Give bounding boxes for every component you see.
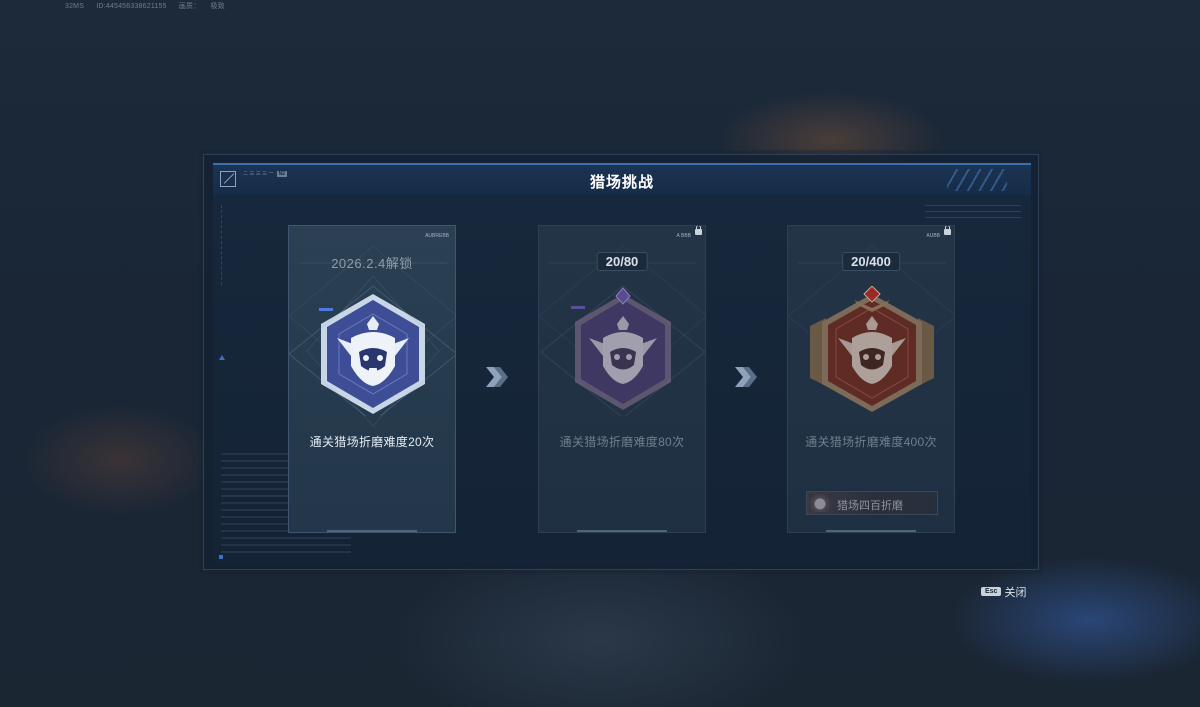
unlock-date-text: 2026.2.4解锁 — [331, 256, 413, 271]
challenge-card-2[interactable]: A BBB 20/80 通关猎场折磨难度80次 — [538, 225, 706, 533]
close-label[interactable]: 关闭 — [1004, 584, 1026, 600]
header-decoration — [947, 169, 1007, 191]
esc-key-icon: Esc — [981, 587, 1002, 597]
ping-text: 32MS — [65, 3, 85, 10]
close-hint[interactable]: Esc 关闭 — [981, 583, 1026, 600]
panel-header: 二 三 三 三 一 N2 猎场挑战 — [213, 163, 1031, 195]
decorative-ruler — [221, 205, 224, 285]
next-arrow-icon — [486, 367, 508, 387]
card-tag: AUBB — [926, 233, 940, 239]
card-tag: A BBB — [676, 233, 691, 239]
reward-banner[interactable]: 猎场四百折磨 — [806, 491, 938, 515]
quality-label: 画质： — [178, 3, 201, 10]
player-id-text: ID:445456338621155 — [96, 3, 167, 10]
challenge-description: 通关猎场折磨难度400次 — [805, 435, 937, 449]
progress-current: 20 — [851, 254, 866, 269]
progress-total: 400 — [869, 254, 891, 269]
lock-icon — [695, 226, 702, 235]
hunter-badge-purple-icon — [540, 286, 705, 416]
debug-info-bar: 32MS ID:445456338621155 画质： 极致 — [65, 1, 235, 11]
reward-label: 猎场四百折磨 — [837, 500, 903, 512]
hunter-badge-bronze-icon — [810, 286, 934, 412]
quality-value: 极致 — [210, 3, 225, 10]
panel-title: 猎场挑战 — [589, 174, 654, 191]
progress-counter: 20/400 — [842, 252, 900, 271]
challenge-description: 通关猎场折磨难度20次 — [309, 435, 435, 449]
card-bottom-bar — [327, 530, 417, 532]
progress-counter: 20/80 — [596, 252, 648, 271]
triangle-marker-icon — [219, 355, 225, 360]
card-bottom-bar — [577, 530, 667, 532]
card-tag: AUBREBB — [425, 233, 449, 239]
reward-emblem-icon — [809, 494, 831, 512]
challenge-card-3[interactable]: AUBB 20/400 通关猎场折磨难度400次 猎场四百折磨 — [787, 225, 955, 533]
progress-current: 20 — [605, 254, 621, 269]
lock-icon — [944, 226, 951, 235]
card-bottom-bar — [826, 530, 916, 532]
challenge-card-1[interactable]: AUBREBB 2026.2.4解锁 通关猎场折磨难度20次 — [288, 225, 456, 533]
hunter-badge-silver-icon — [289, 286, 455, 416]
challenge-description: 通关猎场折磨难度80次 — [559, 435, 685, 449]
next-arrow-icon — [735, 367, 757, 387]
progress-total: 80 — [623, 254, 639, 269]
square-marker-icon — [219, 555, 223, 559]
decorative-lines — [925, 205, 1021, 223]
